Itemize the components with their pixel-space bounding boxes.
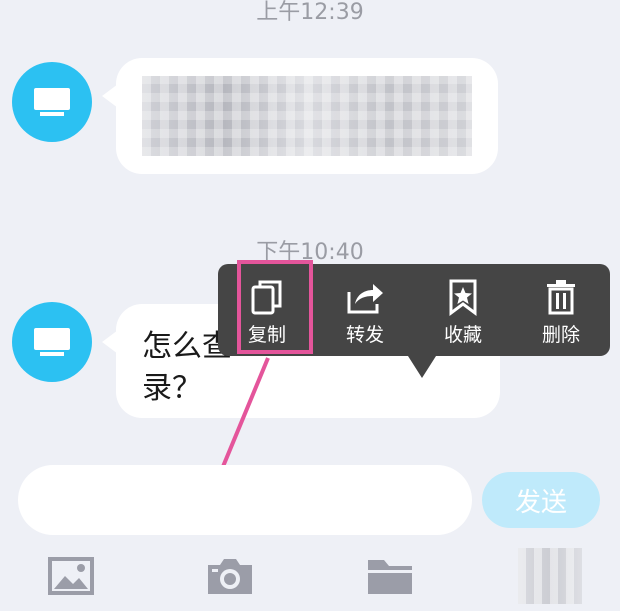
message-input[interactable] <box>18 465 472 535</box>
folder-icon <box>368 560 412 594</box>
image-button[interactable] <box>48 556 94 600</box>
image-icon <box>48 557 94 595</box>
camera-icon <box>208 559 252 594</box>
send-button[interactable]: 发送 <box>482 472 600 528</box>
blurred-toolbar-item <box>518 548 582 604</box>
folder-button[interactable] <box>366 556 414 600</box>
camera-button[interactable] <box>206 556 254 600</box>
